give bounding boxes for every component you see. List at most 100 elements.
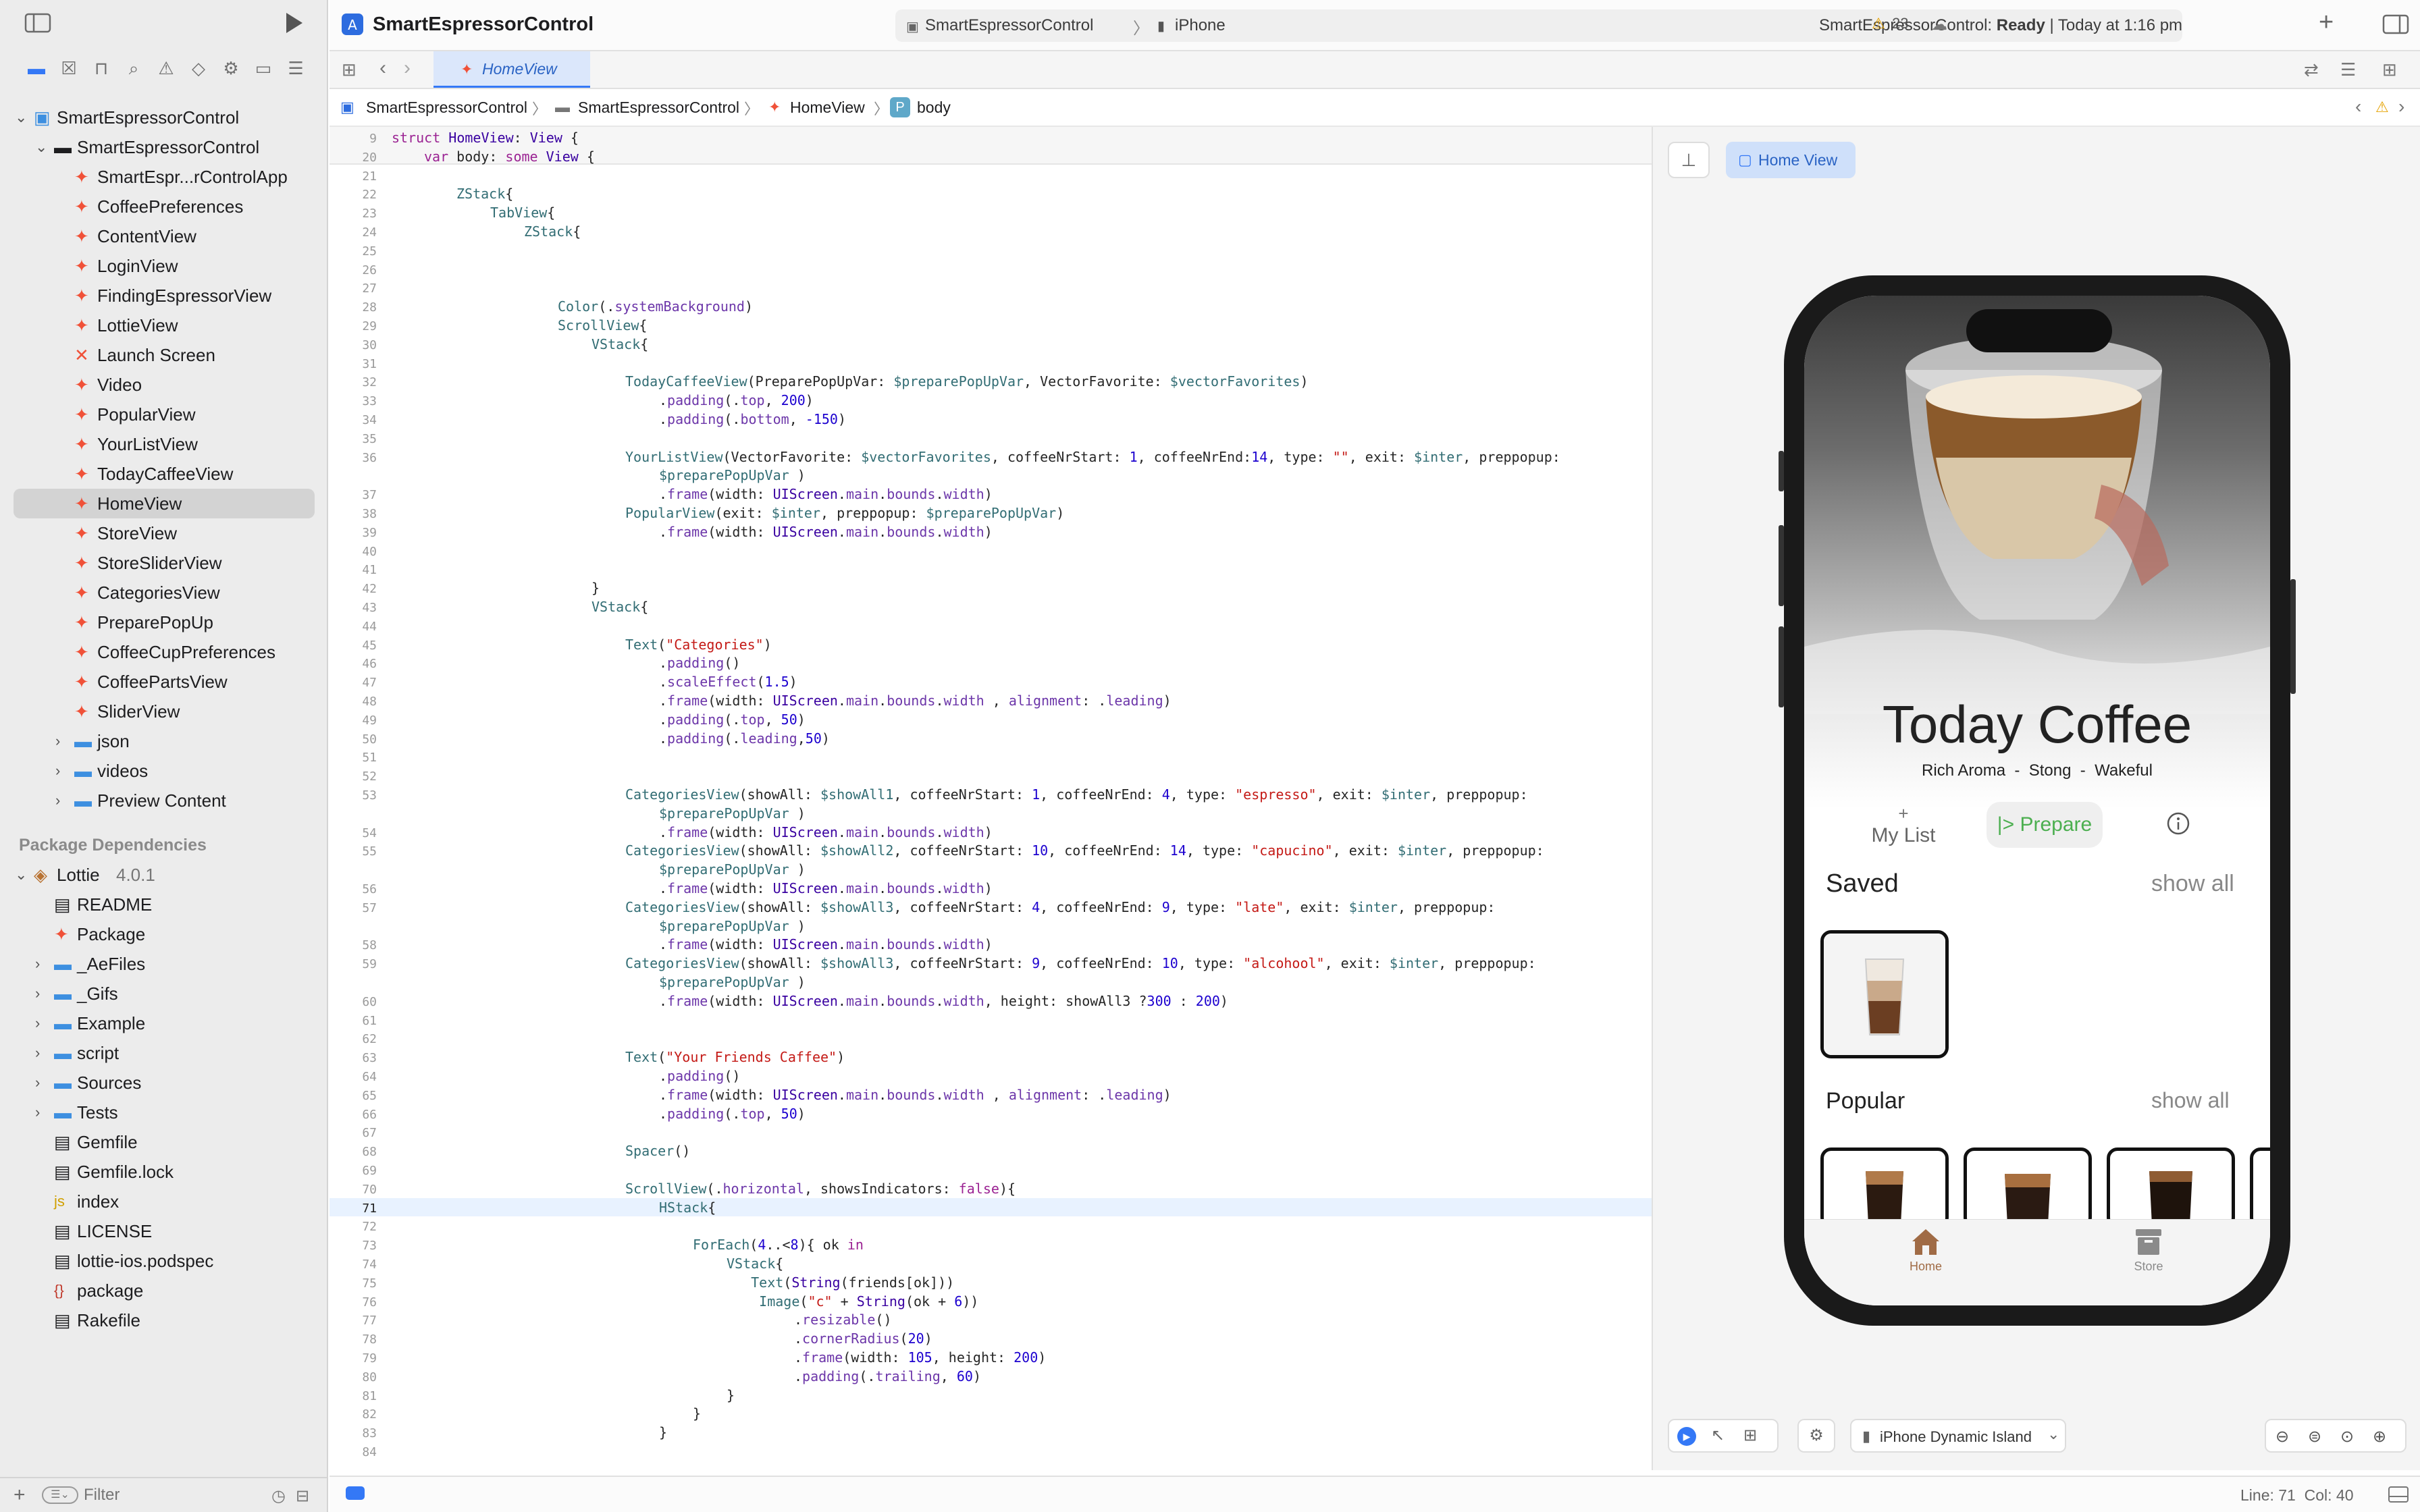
prev-issue-icon[interactable]: ‹ xyxy=(2355,96,2361,117)
tree-item-file[interactable]: ▤ lottie-ios.podspec xyxy=(0,1246,328,1276)
panel-toggle-icon[interactable] xyxy=(2388,1485,2409,1507)
breadcrumb-group[interactable]: SmartEspressorControl xyxy=(578,99,739,117)
tree-item-file[interactable]: ✦ LoginView xyxy=(0,251,328,281)
zoom-out-icon[interactable]: ⊖ xyxy=(2276,1427,2289,1447)
tree-item-file[interactable]: ✦ HomeView xyxy=(14,489,315,518)
add-icon[interactable]: + xyxy=(14,1484,26,1507)
tree-item-file[interactable]: › ▬ _Gifs xyxy=(0,979,328,1008)
code-line[interactable]: .frame(width: UIScreen.main.bounds.width… xyxy=(659,524,993,540)
tree-item-group[interactable]: ⌄ ▬ SmartEspressorControl xyxy=(0,132,328,162)
code-line[interactable]: $preparePopUpVar ) xyxy=(659,974,806,990)
code-line[interactable]: .frame(width: UIScreen.main.bounds.width… xyxy=(659,993,1228,1009)
tree-item-file[interactable]: ▤ Rakefile xyxy=(0,1305,328,1335)
tree-item-file[interactable]: ✦ PreparePopUp xyxy=(0,608,328,637)
code-line[interactable]: YourListView(VectorFavorite: $vectorFavo… xyxy=(625,449,1560,465)
disclosure-closed-icon[interactable]: › xyxy=(55,756,60,786)
saved-show-all[interactable]: show all xyxy=(2151,871,2234,897)
popular-coffee-card[interactable] xyxy=(2250,1148,2270,1228)
scheme-selector[interactable]: SmartEspressorControl xyxy=(925,16,1093,35)
tree-item-file[interactable]: ✦ CoffeePreferences xyxy=(0,192,328,221)
tree-item-file[interactable]: › ▬ Sources xyxy=(0,1068,328,1098)
tree-item-package[interactable]: ⌄ ◈ Lottie 4.0.1 xyxy=(0,860,328,890)
code-line[interactable]: Spacer() xyxy=(625,1143,690,1159)
code-line[interactable]: .resizable() xyxy=(794,1312,892,1328)
tree-item-file[interactable]: ✦ CoffeeCupPreferences xyxy=(0,637,328,667)
code-line[interactable]: .frame(width: UIScreen.main.bounds.width… xyxy=(659,880,993,896)
code-line[interactable]: .frame(width: 105, height: 200) xyxy=(794,1349,1046,1366)
grid-icon[interactable]: ⊞ xyxy=(342,59,357,80)
tree-item-file[interactable]: ✦ ContentView xyxy=(0,221,328,251)
tab-home[interactable]: Home xyxy=(1892,1226,1959,1274)
code-review-icon[interactable]: ⇄ xyxy=(2304,59,2319,80)
source-control-icon[interactable]: ☒ xyxy=(53,58,85,80)
bookmark-icon[interactable]: ⊓ xyxy=(85,58,117,80)
report-icon[interactable]: ☰ xyxy=(280,58,312,80)
disclosure-closed-icon[interactable]: › xyxy=(35,979,40,1008)
code-line[interactable]: VStack{ xyxy=(591,336,648,352)
code-line[interactable]: .padding() xyxy=(659,1068,740,1084)
code-line[interactable]: .padding(.leading,50) xyxy=(659,730,830,747)
code-line[interactable]: ScrollView(.horizontal, showsIndicators:… xyxy=(625,1181,1016,1197)
tree-item-file[interactable]: ✦ TodayCaffeeView xyxy=(0,459,328,489)
code-line[interactable]: Text(String(friends[ok])) xyxy=(727,1274,954,1291)
editor-options-icon[interactable]: ☰ xyxy=(2340,59,2356,80)
disclosure-closed-icon[interactable]: › xyxy=(55,786,60,815)
breakpoint-icon[interactable]: ▭ xyxy=(247,58,280,80)
back-icon[interactable]: ‹ xyxy=(379,57,386,80)
tree-item-file[interactable]: {} package xyxy=(0,1276,328,1305)
code-line[interactable]: .padding(.bottom, -150) xyxy=(659,411,846,427)
tree-item-file[interactable]: ✦ SliderView xyxy=(0,697,328,726)
sidebar-toggle-icon[interactable] xyxy=(24,12,51,39)
breadcrumb-symbol[interactable]: body xyxy=(917,99,951,117)
source-editor[interactable]: 9 struct HomeView: View {20 var body: some… xyxy=(330,127,1652,1470)
code-line[interactable]: $preparePopUpVar ) xyxy=(659,918,806,934)
code-line[interactable]: struct HomeView: View { xyxy=(392,130,579,146)
code-line[interactable]: } xyxy=(591,580,600,596)
code-line[interactable]: Text("Your Friends Caffee") xyxy=(625,1049,845,1065)
code-line[interactable]: .padding(.trailing, 60) xyxy=(794,1368,981,1384)
code-line[interactable]: VStack{ xyxy=(591,599,648,615)
warning-icon[interactable]: ⚠ xyxy=(2375,99,2389,116)
debug-area-toggle-icon[interactable] xyxy=(346,1486,365,1500)
tree-item-file[interactable]: › ▬ _AeFiles xyxy=(0,949,328,979)
code-line[interactable]: .padding(.top, 50) xyxy=(659,711,806,728)
folder-icon[interactable]: ▬ xyxy=(20,58,53,80)
code-line[interactable]: .padding() xyxy=(659,655,740,671)
code-line[interactable]: CategoriesView(showAll: $showAll3, coffe… xyxy=(625,899,1495,915)
disclosure-open-icon[interactable]: ⌄ xyxy=(15,103,27,132)
tree-item-file[interactable]: ✦ StoreView xyxy=(0,518,328,548)
pin-icon[interactable]: ⊥ xyxy=(1668,142,1710,178)
code-line[interactable]: TodayCaffeeView(PreparePopUpVar: $prepar… xyxy=(625,373,1308,389)
popular-show-all[interactable]: show all xyxy=(2151,1088,2230,1113)
tree-item-file[interactable]: ✦ CategoriesView xyxy=(0,578,328,608)
tree-item-file[interactable]: › ▬ script xyxy=(0,1038,328,1068)
tab-home-view[interactable]: ▢ Home View xyxy=(1726,142,1856,178)
tree-item-file[interactable]: ✦ SmartEspr...rControlApp xyxy=(0,162,328,192)
tab-homeview[interactable]: ✦ HomeView xyxy=(433,51,590,88)
tree-item-project[interactable]: ⌄ ▣ SmartEspressorControl xyxy=(0,103,328,132)
code-line[interactable]: .cornerRadius(20) xyxy=(794,1330,932,1347)
tree-item-file[interactable]: ✦ StoreSliderView xyxy=(0,548,328,578)
zoom-in-icon[interactable]: ⊕ xyxy=(2373,1427,2386,1447)
disclosure-closed-icon[interactable]: › xyxy=(35,949,40,979)
prepare-button[interactable]: |> Prepare xyxy=(1987,802,2103,848)
zoom-fit-icon[interactable]: ⊜ xyxy=(2308,1427,2321,1447)
code-line[interactable]: .frame(width: UIScreen.main.bounds.width… xyxy=(659,1087,1172,1103)
warning-icon[interactable]: ⚠ xyxy=(1872,15,1885,32)
disclosure-open-icon[interactable]: ⌄ xyxy=(35,132,47,162)
tree-item-folder[interactable]: › ▬ videos xyxy=(0,756,328,786)
scm-filter-icon[interactable]: ⊟ xyxy=(296,1486,309,1506)
tree-item-file[interactable]: ✦ PopularView xyxy=(0,400,328,429)
code-line[interactable]: Text("Categories") xyxy=(625,637,772,653)
tree-item-file[interactable]: ✦ Video xyxy=(0,370,328,400)
code-line[interactable]: PopularView(exit: $inter, preppopup: $pr… xyxy=(625,505,1064,521)
filter-input[interactable] xyxy=(84,1484,259,1507)
code-line[interactable]: Image("c" + String(ok + 6)) xyxy=(727,1293,978,1310)
code-line[interactable]: .padding(.top, 200) xyxy=(659,392,814,408)
disclosure-closed-icon[interactable]: › xyxy=(35,1098,40,1127)
recent-filter-icon[interactable]: ◷ xyxy=(271,1486,286,1506)
code-line[interactable]: } xyxy=(727,1387,735,1403)
code-line[interactable]: } xyxy=(693,1405,701,1422)
destination-selector[interactable]: iPhone xyxy=(1175,16,1226,35)
code-line[interactable]: .padding(.top, 50) xyxy=(659,1106,806,1122)
